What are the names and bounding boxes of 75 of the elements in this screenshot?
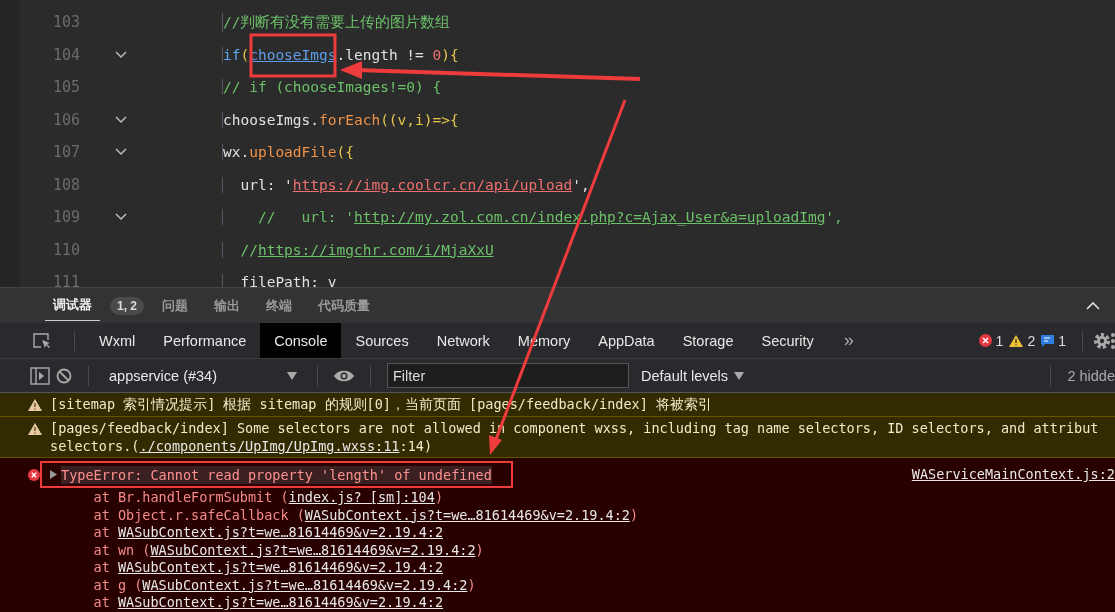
panel-tab[interactable]: 调试器	[45, 290, 100, 321]
info-count: 1	[1058, 332, 1066, 349]
settings-icon[interactable]	[1093, 331, 1111, 350]
log-levels-dropdown[interactable]: Default levels	[635, 366, 751, 385]
devtools-tab[interactable]: Console	[260, 323, 342, 358]
fold-chevron-icon[interactable]	[115, 115, 127, 124]
panel-tab[interactable]: 代码质量	[310, 290, 378, 321]
message-text: TypeError: Cannot read property 'length' of undefined	[61, 466, 492, 484]
filter-field[interactable]: Filter	[387, 363, 629, 388]
error-icon	[978, 334, 992, 347]
line-number: 107	[51, 143, 80, 162]
sidebar-toggle-icon[interactable]	[30, 366, 50, 385]
message-icon	[1041, 334, 1055, 347]
source-link[interactable]: WASubContext.js?t=we…81614469&v=2.19.4:2	[117, 559, 443, 575]
message-text: at wn (WASubContext.js?t=we…81614469&v=2.19.4:2)	[92, 541, 485, 559]
fold-chevron-icon[interactable]	[115, 148, 127, 157]
fold-chevron-icon[interactable]	[115, 213, 127, 222]
devtools-tab[interactable]: Security	[747, 323, 828, 358]
more-tabs-button[interactable]: »	[827, 330, 870, 351]
message-text: at Object.r.safeCallback (WASubContext.js?t=we…81614469&v=2.19.4:2)	[92, 506, 640, 524]
code-line: // if (chooseImages!=0) {	[222, 79, 442, 96]
message-text: at g (WASubContext.js?t=we…81614469&v=2.19.4:2)	[92, 576, 477, 594]
line-number: 109	[51, 208, 80, 227]
message-text: at WASubContext.js?t=we…81614469&v=2.19.4:2	[92, 524, 444, 542]
devtools-tab[interactable]: AppData	[584, 323, 669, 358]
eye-icon[interactable]	[334, 368, 354, 383]
inspect-cursor-icon[interactable]	[32, 331, 52, 350]
line-number: 103	[51, 13, 80, 32]
devtools-tab[interactable]: Sources	[341, 323, 423, 358]
line-number: 104	[51, 45, 80, 64]
code-line: wx.uploadFile({	[222, 144, 354, 161]
expand-triangle-icon[interactable]	[50, 470, 57, 479]
line-number: 106	[51, 110, 80, 129]
warning-icon	[28, 399, 42, 411]
warning-icon	[1009, 334, 1024, 347]
code-line: //判断有没有需要上传的图片数组	[222, 12, 451, 32]
code-line: //https://imgchr.com/i/MjaXxU	[222, 241, 494, 258]
clear-console-icon[interactable]	[56, 367, 72, 384]
source-link[interactable]: ./components/UpImg/UpImg.wxss:11	[139, 438, 400, 454]
devtools-tab[interactable]: Storage	[668, 323, 748, 358]
code-line: url: 'https://img.coolcr.cn/api/upload',	[222, 176, 590, 193]
collapse-chevron-icon[interactable]	[1086, 301, 1100, 310]
fold-chevron-icon[interactable]	[115, 50, 127, 59]
caret-icon	[287, 371, 297, 380]
source-link[interactable]: WASubContext.js?t=we…81614469&v=2.19.4:2	[142, 576, 468, 593]
hidden-count: 2 hidde	[1067, 367, 1115, 384]
line-number: 108	[51, 175, 80, 194]
more-menu-icon[interactable]	[1111, 331, 1115, 350]
line-number: 111	[51, 273, 80, 287]
error-count: 1	[995, 332, 1004, 349]
message-text: at WASubContext.js?t=we…81614469&v=2.19.4:2	[92, 559, 444, 577]
source-link[interactable]: WASubContext.js?t=we…81614469&v=2.19.4:2	[304, 506, 630, 523]
warning-icon	[28, 423, 42, 435]
message-text: selectors.(./components/UpImg/UpImg.wxss:11:14)	[50, 437, 433, 455]
source-link[interactable]: WAServiceMainContext.js:2	[911, 466, 1115, 482]
devtools-tab[interactable]: Performance	[149, 323, 261, 358]
line-number: 110	[51, 240, 80, 259]
devtools-tab[interactable]: Network	[422, 323, 504, 358]
panel-tab[interactable]: 终端	[258, 290, 300, 321]
warning-count: 2	[1027, 332, 1036, 349]
code-line: chooseImgs.forEach((v,i)=>{	[222, 111, 459, 128]
error-icon	[28, 469, 40, 481]
caret-icon	[734, 371, 745, 380]
source-link[interactable]: WASubContext.js?t=we…81614469&v=2.19.4:2	[117, 524, 443, 540]
message-text: at WASubContext.js?t=we…81614469&v=2.19.4:2	[92, 594, 444, 612]
line-number: 105	[51, 78, 80, 97]
panel-tab[interactable]: 问题	[154, 290, 196, 321]
count-badge: 1, 2	[110, 296, 144, 315]
message-text: at Br.handleFormSubmit (index.js? [sm]:104)	[92, 489, 445, 507]
devtools-tab[interactable]: Wxml	[85, 323, 150, 358]
source-link[interactable]: WASubContext.js?t=we…81614469&v=2.19.4:2	[150, 541, 476, 558]
source-link[interactable]: index.js? [sm]:104	[288, 489, 435, 505]
panel-tab[interactable]: 输出	[206, 290, 248, 321]
source-link[interactable]: WASubContext.js?t=we…81614469&v=2.19.4:2	[117, 594, 443, 610]
context-dropdown[interactable]: appservice (#34)	[105, 367, 301, 384]
